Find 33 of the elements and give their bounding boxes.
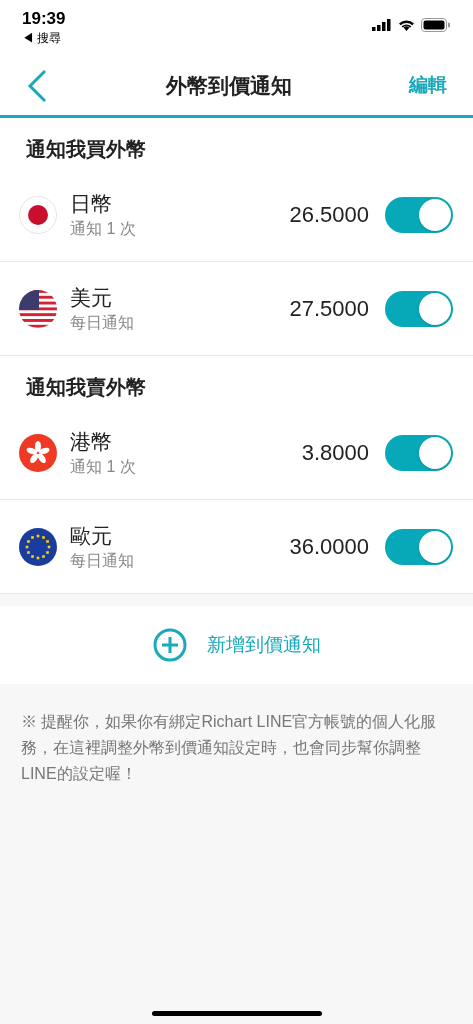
back-to-app-link[interactable]: ◀ 搜尋	[22, 30, 66, 46]
target-price: 36.0000	[289, 533, 369, 561]
flag-icon	[19, 195, 57, 234]
currency-name: 日幣	[70, 190, 113, 217]
wifi-icon	[398, 19, 415, 31]
status-time: 19:39	[22, 8, 66, 30]
currency-name: 歐元	[70, 522, 113, 549]
flag-icon	[19, 433, 57, 472]
section-title: 通知我賣外幣	[26, 375, 146, 400]
section-title: 通知我買外幣	[26, 137, 146, 162]
toggle-switch[interactable]	[385, 196, 453, 233]
page-title: 外幣到價通知	[165, 72, 292, 99]
currency-name: 美元	[70, 284, 113, 311]
frequency-label: 每日通知	[70, 312, 135, 333]
back-icon[interactable]	[26, 68, 48, 103]
frequency-label: 通知 1 次	[70, 218, 137, 239]
flag-icon	[19, 527, 57, 566]
target-price: 26.5000	[289, 201, 369, 229]
edit-button[interactable]: 編輯	[409, 71, 447, 100]
frequency-label: 每日通知	[70, 550, 135, 571]
add-alert-button[interactable]: 新增到價通知	[152, 628, 321, 662]
target-price: 27.5000	[289, 295, 369, 323]
frequency-label: 通知 1 次	[70, 456, 137, 477]
toggle-switch[interactable]	[385, 434, 453, 471]
currency-name: 港幣	[70, 428, 113, 455]
target-price: 3.8000	[301, 439, 369, 467]
reminder-note: ※ 提醒你，如果你有綁定Richart LINE官方帳號的個人化服務，在這裡調整外幣到價通知設定時，也會同步幫你調整LINE的設定喔！	[20, 712, 438, 784]
add-icon	[152, 628, 187, 662]
battery-icon	[421, 18, 451, 32]
flag-icon	[19, 289, 57, 328]
toggle-switch[interactable]	[385, 528, 453, 565]
signal-icon	[372, 19, 392, 31]
toggle-switch[interactable]	[385, 290, 453, 327]
